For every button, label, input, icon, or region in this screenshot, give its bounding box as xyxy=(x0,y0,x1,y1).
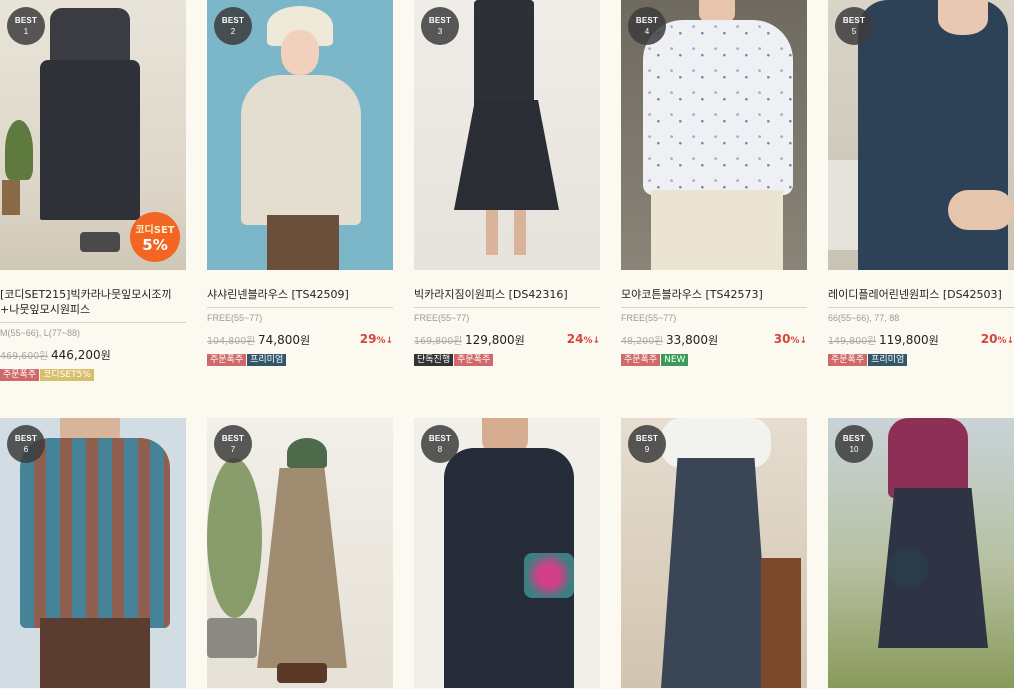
product-grid: 코디SET 5% BEST 1 [코디SET215]빅카라나뭇잎모시조끼+나뭇잎모… xyxy=(0,0,1014,689)
product-image-4[interactable]: BEST 4 xyxy=(621,0,807,270)
product-prices: 149,800원 119,800원 20%↓ xyxy=(828,332,1014,350)
product-image-6[interactable]: BEST 6 xyxy=(0,418,186,688)
product-card-7[interactable]: BEST 7 xyxy=(207,418,393,688)
original-price: 469,600원 xyxy=(0,351,49,362)
best-badge: BEST 3 xyxy=(421,7,459,45)
discount-rate: 29%↓ xyxy=(359,332,393,346)
product-size: FREE(55~77) xyxy=(414,313,470,323)
product-tags: 주문폭주 코디SET5% xyxy=(0,369,186,382)
sale-price: 33,800원 xyxy=(665,333,719,347)
product-tags: 단독진행 주문폭주 xyxy=(414,354,600,367)
original-price: 104,800원 xyxy=(207,336,256,347)
product-title[interactable]: 모야코튼블라우스 [TS42573] xyxy=(621,287,807,308)
best-badge: BEST 1 xyxy=(7,7,45,45)
product-image-5[interactable]: BEST 5 xyxy=(828,0,1014,270)
product-image-8[interactable]: BEST 8 xyxy=(414,418,600,688)
product-image-9[interactable]: BEST 9 xyxy=(621,418,807,688)
tag-hot: 주문폭주 xyxy=(0,369,40,381)
product-card-6[interactable]: BEST 6 xyxy=(0,418,186,688)
best-badge: BEST 5 xyxy=(835,7,873,45)
tag-premium: 프리미엄 xyxy=(868,354,908,366)
product-size: M(55~66), L(77~88) xyxy=(0,328,81,338)
product-card-1[interactable]: 코디SET 5% BEST 1 [코디SET215]빅카라나뭇잎모시조끼+나뭇잎모… xyxy=(0,0,186,382)
best-badge: BEST 4 xyxy=(628,7,666,45)
product-title[interactable]: 샤샤린넨블라우스 [TS42509] xyxy=(207,287,393,308)
product-tags: 주문폭주 프리미엄 xyxy=(207,354,393,367)
tag-hot: 주문폭주 xyxy=(207,354,247,366)
tag-set: 코디SET5% xyxy=(40,369,94,381)
product-image-3[interactable]: BEST 3 xyxy=(414,0,600,270)
product-prices: 469,600원 446,200원 xyxy=(0,347,186,365)
product-card-5[interactable]: BEST 5 레이디플레어린넨원피스 [DS42503] 66(55~66), 7… xyxy=(828,0,1014,367)
product-size: FREE(55~77) xyxy=(621,313,677,323)
product-image-1[interactable]: 코디SET 5% BEST 1 xyxy=(0,0,186,270)
tag-hot: 주문폭주 xyxy=(454,354,494,366)
best-badge: BEST 7 xyxy=(214,425,252,463)
tag-new: NEW xyxy=(661,354,689,366)
product-title[interactable]: 빅카라지짐이원피스 [DS42316] xyxy=(414,287,600,308)
original-price: 169,800원 xyxy=(414,336,463,347)
sale-price: 129,800원 xyxy=(465,333,525,347)
product-tags: 주문폭주 NEW xyxy=(621,354,807,367)
product-size: 66(55~66), 77, 88 xyxy=(828,313,900,323)
product-card-2[interactable]: BEST 2 샤샤린넨블라우스 [TS42509] FREE(55~77) 104… xyxy=(207,0,393,367)
best-badge: BEST 8 xyxy=(421,425,459,463)
product-tags: 주문폭주 프리미엄 xyxy=(828,354,1014,367)
product-card-3[interactable]: BEST 3 빅카라지짐이원피스 [DS42316] FREE(55~77) 16… xyxy=(414,0,600,367)
product-image-10[interactable]: BEST 10 xyxy=(828,418,1014,688)
discount-rate: 24%↓ xyxy=(566,332,600,346)
product-card-4[interactable]: BEST 4 모야코튼블라우스 [TS42573] FREE(55~77) 48,… xyxy=(621,0,807,367)
original-price: 149,800원 xyxy=(828,336,877,347)
product-image-2[interactable]: BEST 2 xyxy=(207,0,393,270)
tag-hot: 주문폭주 xyxy=(828,354,868,366)
product-card-8[interactable]: BEST 8 xyxy=(414,418,600,688)
best-badge: BEST 10 xyxy=(835,425,873,463)
tag-premium: 프리미엄 xyxy=(247,354,287,366)
sale-price: 74,800원 xyxy=(258,333,311,347)
product-title[interactable]: [코디SET215]빅카라나뭇잎모시조끼+나뭇잎모시원피스 xyxy=(0,287,186,323)
discount-rate: 20%↓ xyxy=(980,332,1014,346)
product-image-7[interactable]: BEST 7 xyxy=(207,418,393,688)
product-card-9[interactable]: BEST 9 xyxy=(621,418,807,688)
tag-exclusive: 단독진행 xyxy=(414,354,454,366)
product-prices: 104,800원 74,800원 29%↓ xyxy=(207,332,393,350)
best-badge: BEST 6 xyxy=(7,425,45,463)
product-prices: 169,800원 129,800원 24%↓ xyxy=(414,332,600,350)
tag-hot: 주문폭주 xyxy=(621,354,661,366)
best-badge: BEST 9 xyxy=(628,425,666,463)
product-prices: 48,200원 33,800원 30%↓ xyxy=(621,332,807,350)
sale-price: 119,800원 xyxy=(879,333,939,347)
sale-price: 446,200원 xyxy=(51,348,111,362)
product-size: FREE(55~77) xyxy=(207,313,263,323)
best-badge: BEST 2 xyxy=(214,7,252,45)
discount-rate: 30%↓ xyxy=(773,332,807,346)
product-title[interactable]: 레이디플레어린넨원피스 [DS42503] xyxy=(828,287,1014,308)
product-card-10[interactable]: BEST 10 xyxy=(828,418,1014,688)
coupon-badge: 코디SET 5% xyxy=(130,212,180,262)
original-price: 48,200원 xyxy=(621,336,663,347)
